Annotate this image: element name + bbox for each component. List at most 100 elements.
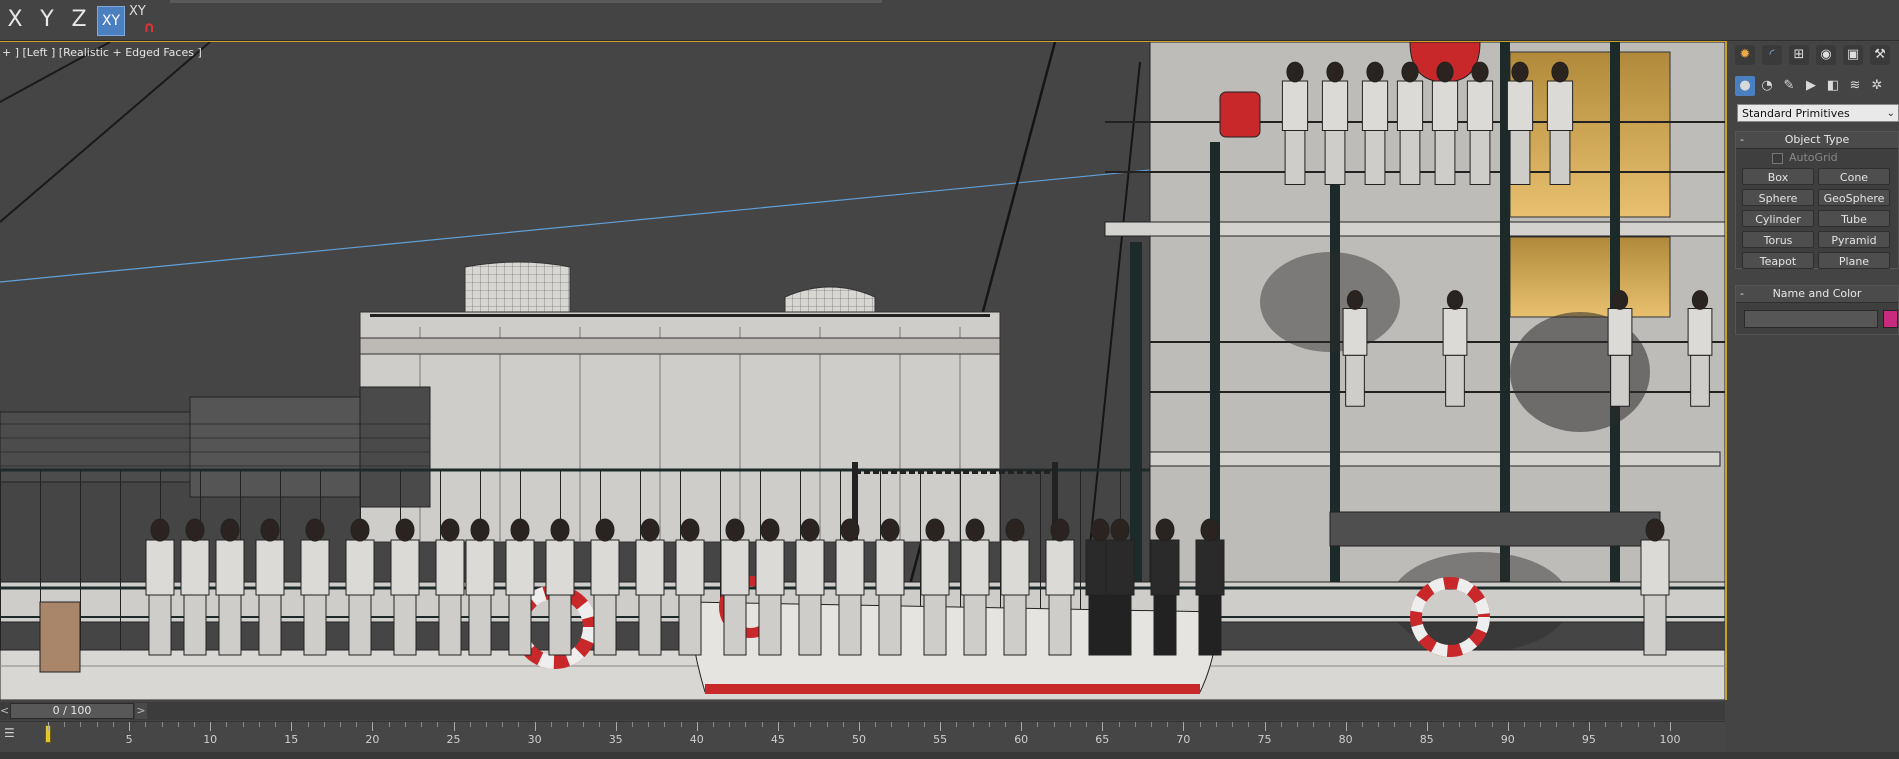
torus-button[interactable]: Torus: [1742, 231, 1814, 248]
motion-icon[interactable]: ◉: [1816, 45, 1836, 65]
track-bar-tick: [1361, 722, 1363, 727]
viewport-label[interactable]: + ] [Left ] [Realistic + Edged Faces ]: [2, 46, 202, 59]
collapse-icon: -: [1740, 287, 1744, 300]
track-bar-tick: [1507, 722, 1509, 731]
track-bar-tick: [1102, 722, 1104, 731]
track-bar-tick: [404, 722, 406, 727]
track-bar-tick: [64, 722, 66, 727]
time-slider-thumb[interactable]: 0 / 100: [10, 703, 134, 719]
name-and-color-title: Name and Color: [1772, 287, 1862, 300]
track-bar-tick: [1296, 722, 1298, 727]
geosphere-button[interactable]: GeoSphere: [1818, 189, 1890, 206]
track-bar-tick: [469, 722, 471, 727]
track-bar-tick-label: 15: [284, 733, 299, 746]
box-button[interactable]: Box: [1742, 168, 1814, 185]
track-bar-tick-label: 70: [1176, 733, 1191, 746]
curve-editor-icon[interactable]: ☰: [4, 726, 20, 742]
track-bar[interactable]: ☰ 5 10 15 20 25 30 35 40 45 50 55 60 65 70 75 80 85 90 95 1…: [0, 721, 1725, 752]
track-bar-tick: [567, 722, 569, 727]
axis-z-button[interactable]: Z: [66, 6, 92, 34]
track-bar-tick: [680, 722, 682, 727]
track-bar-tick: [453, 722, 455, 731]
track-bar-tick: [988, 722, 990, 727]
track-bar-tick-label: 20: [365, 733, 380, 746]
track-bar-tick: [1426, 722, 1428, 731]
track-bar-tick: [1199, 722, 1201, 727]
helpers-icon[interactable]: ◧: [1823, 76, 1843, 96]
cylinder-button[interactable]: Cylinder: [1742, 210, 1814, 227]
lights-icon[interactable]: ✎: [1779, 76, 1799, 96]
plane-button[interactable]: Plane: [1818, 252, 1890, 269]
create-icon[interactable]: ✹: [1735, 45, 1755, 65]
name-and-color-rollout: - Name and Color: [1735, 285, 1899, 335]
name-and-color-header[interactable]: - Name and Color: [1736, 286, 1898, 303]
autogrid-checkbox[interactable]: AutoGrid: [1772, 151, 1838, 164]
track-bar-tick: [664, 722, 666, 727]
track-bar-tick: [1086, 722, 1088, 727]
shapes-icon[interactable]: ◔: [1757, 76, 1777, 96]
track-bar-tick: [1653, 722, 1655, 727]
track-bar-tick: [615, 722, 617, 731]
track-bar-tick: [210, 722, 212, 731]
track-bar-tick: [761, 722, 763, 727]
track-bar-tick: [1215, 722, 1217, 727]
time-slider-next-button[interactable]: >: [135, 703, 147, 719]
time-slider[interactable]: < 0 / 100 >: [0, 702, 1725, 720]
track-bar-tick: [583, 722, 585, 727]
track-bar-tick: [875, 722, 877, 727]
track-bar-tick-label: 90: [1500, 733, 1515, 746]
track-bar-tick: [1004, 722, 1006, 727]
track-bar-tick-label: 25: [446, 733, 461, 746]
utilities-icon[interactable]: ⚒: [1870, 45, 1890, 65]
track-bar-tick: [96, 722, 98, 727]
axis-xy-button[interactable]: XY: [97, 6, 125, 36]
track-bar-tick: [1329, 722, 1331, 727]
sphere-button[interactable]: Sphere: [1742, 189, 1814, 206]
category-dropdown[interactable]: Standard Primitives ⌄: [1737, 104, 1899, 122]
object-color-swatch[interactable]: [1883, 310, 1898, 328]
track-bar-tick: [1621, 722, 1623, 727]
track-bar-tick: [1524, 722, 1526, 727]
track-bar-tick-label: 40: [689, 733, 704, 746]
pyramid-button[interactable]: Pyramid: [1818, 231, 1890, 248]
chevron-down-icon: ⌄: [1886, 108, 1895, 119]
track-bar-tick: [48, 722, 49, 731]
track-bar-tick: [1037, 722, 1039, 727]
left-viewport[interactable]: + ] [Left ] [Realistic + Edged Faces ]: [0, 41, 1727, 700]
track-bar-tick: [713, 722, 715, 727]
track-bar-tick-label: 95: [1581, 733, 1596, 746]
axis-constraint-snap-button[interactable]: XY ∩: [129, 4, 163, 36]
cone-button[interactable]: Cone: [1818, 168, 1890, 185]
track-bar-tick: [161, 722, 163, 727]
hierarchy-icon[interactable]: ⊞: [1789, 45, 1809, 65]
track-bar-tick: [129, 722, 131, 731]
track-bar-tick: [1150, 722, 1152, 727]
track-bar-tick-label: 75: [1257, 733, 1272, 746]
axis-y-button[interactable]: Y: [34, 6, 60, 34]
object-name-field[interactable]: [1744, 310, 1878, 328]
track-bar-tick: [1556, 722, 1558, 727]
track-bar-tick: [1588, 722, 1590, 731]
modify-icon[interactable]: ◜: [1762, 45, 1782, 65]
geometry-icon[interactable]: ●: [1735, 76, 1755, 96]
cameras-icon[interactable]: ▶: [1801, 76, 1821, 96]
teapot-button[interactable]: Teapot: [1742, 252, 1814, 269]
track-bar-tick: [1134, 722, 1136, 727]
display-icon[interactable]: ▣: [1843, 45, 1863, 65]
object-type-header[interactable]: - Object Type: [1736, 132, 1898, 149]
object-type-title: Object Type: [1784, 133, 1850, 146]
systems-icon[interactable]: ✲: [1867, 76, 1887, 96]
track-bar-tick: [356, 722, 358, 727]
track-bar-tick: [550, 722, 552, 727]
track-bar-tick: [729, 722, 731, 727]
track-bar-tick: [226, 722, 228, 727]
track-bar-tick-label: 10: [203, 733, 218, 746]
spacewarps-icon[interactable]: ≋: [1845, 76, 1865, 96]
axis-x-button[interactable]: X: [2, 6, 28, 34]
track-bar-tick: [193, 722, 195, 727]
track-bar-tick: [1637, 722, 1639, 727]
track-bar-tick: [745, 722, 747, 727]
tube-button[interactable]: Tube: [1818, 210, 1890, 227]
time-slider-prev-button[interactable]: <: [0, 704, 9, 718]
track-bar-tick: [599, 722, 601, 727]
